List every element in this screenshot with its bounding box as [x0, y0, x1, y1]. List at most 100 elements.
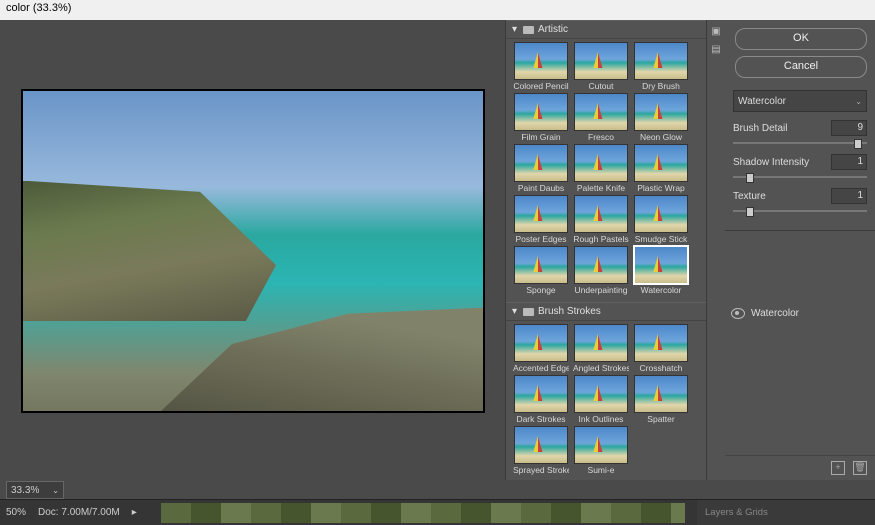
- category-label: Brush Strokes: [538, 306, 601, 317]
- folder-icon: [523, 308, 534, 316]
- ok-button[interactable]: OK: [735, 28, 867, 50]
- thumbnail-label: Dark Strokes: [513, 414, 569, 424]
- filter-thumb-colored-pencil[interactable]: Colored Pencil: [513, 42, 569, 91]
- filter-gallery-panel[interactable]: ▾ Artistic Colored Pencil Cutout Dry Brush Fi…: [505, 20, 707, 480]
- thumbnail-label: Rough Pastels: [573, 234, 629, 244]
- effect-layers: Watercolor + 🗑: [725, 230, 875, 480]
- slider-label: Shadow Intensity: [733, 157, 809, 168]
- collapse-icon[interactable]: ▤: [710, 44, 722, 56]
- filter-thumb-angled-strokes[interactable]: Angled Strokes: [573, 324, 629, 373]
- filter-thumb-sumi-e[interactable]: Sumi-e: [573, 426, 629, 475]
- filter-select-value: Watercolor: [738, 96, 786, 107]
- filter-thumb-sprayed-strokes[interactable]: Sprayed Strokes: [513, 426, 569, 475]
- slider-label: Texture: [733, 191, 766, 202]
- collapse-strip: ▣ ▤: [707, 20, 725, 480]
- thumbnail-label: Sprayed Strokes: [513, 465, 569, 475]
- thumbnail-label: Sumi-e: [573, 465, 629, 475]
- chevron-down-icon: ⌄: [52, 486, 59, 495]
- thumbnail-image: [514, 375, 568, 413]
- thumbnail-image: [514, 246, 568, 284]
- filter-thumb-film-grain[interactable]: Film Grain: [513, 93, 569, 142]
- category-artistic[interactable]: ▾ Artistic: [506, 20, 706, 39]
- thumbnail-label: Smudge Stick: [633, 234, 689, 244]
- filter-select[interactable]: Watercolor ⌄: [733, 90, 867, 112]
- filter-thumb-neon-glow[interactable]: Neon Glow: [633, 93, 689, 142]
- slider-value-input[interactable]: 9: [831, 120, 867, 136]
- new-layer-icon[interactable]: +: [831, 461, 845, 475]
- thumbnail-image: [574, 246, 628, 284]
- slider-knob[interactable]: [746, 173, 754, 183]
- thumbnail-label: Fresco: [573, 132, 629, 142]
- delete-layer-icon[interactable]: 🗑: [853, 461, 867, 475]
- filter-thumb-spatter[interactable]: Spatter: [633, 375, 689, 424]
- thumbnail-image: [574, 144, 628, 182]
- layer-row[interactable]: Watercolor: [725, 301, 875, 325]
- thumbnail-image: [514, 324, 568, 362]
- visibility-icon[interactable]: [731, 308, 745, 319]
- slider-texture: Texture 1: [733, 188, 867, 212]
- thumbnail-image: [574, 426, 628, 464]
- thumbnail-label: Watercolor: [633, 285, 689, 295]
- filter-thumb-cutout[interactable]: Cutout: [573, 42, 629, 91]
- thumbnail-image: [514, 42, 568, 80]
- slider-knob[interactable]: [746, 207, 754, 217]
- filter-thumb-poster-edges[interactable]: Poster Edges: [513, 195, 569, 244]
- filter-thumb-palette-knife[interactable]: Palette Knife: [573, 144, 629, 193]
- chevron-right-icon: ▸: [132, 507, 137, 518]
- thumbnail-image: [574, 195, 628, 233]
- filter-thumb-plastic-wrap[interactable]: Plastic Wrap: [633, 144, 689, 193]
- thumbnail-image: [574, 93, 628, 131]
- thumbnail-strip[interactable]: [161, 503, 685, 523]
- thumbnail-label: Poster Edges: [513, 234, 569, 244]
- slider-shadow-intensity: Shadow Intensity 1: [733, 154, 867, 178]
- layer-footer: + 🗑: [725, 455, 875, 480]
- category-brush-strokes[interactable]: ▾ Brush Strokes: [506, 302, 706, 321]
- slider-knob[interactable]: [854, 139, 862, 149]
- thumbnail-label: Palette Knife: [573, 183, 629, 193]
- thumbnail-image: [634, 324, 688, 362]
- thumbnail-label: Colored Pencil: [513, 81, 569, 91]
- slider-track[interactable]: [733, 176, 867, 178]
- thumbnail-image: [514, 426, 568, 464]
- filter-thumb-fresco[interactable]: Fresco: [573, 93, 629, 142]
- zoom-bar: 33.3% ⌄: [0, 480, 875, 500]
- preview-canvas[interactable]: [22, 90, 484, 412]
- thumbnail-image: [574, 42, 628, 80]
- triangle-down-icon: ▾: [512, 24, 519, 35]
- thumbnail-label: Ink Outlines: [573, 414, 629, 424]
- filter-thumb-smudge-stick[interactable]: Smudge Stick: [633, 195, 689, 244]
- filter-thumb-crosshatch[interactable]: Crosshatch: [633, 324, 689, 373]
- thumbnail-label: Plastic Wrap: [633, 183, 689, 193]
- filter-thumb-sponge[interactable]: Sponge: [513, 246, 569, 295]
- thumbnail-image: [514, 195, 568, 233]
- slider-value-input[interactable]: 1: [831, 188, 867, 204]
- thumbnail-image: [634, 195, 688, 233]
- thumbnail-label: Spatter: [633, 414, 689, 424]
- slider-value-input[interactable]: 1: [831, 154, 867, 170]
- thumbnail-image: [634, 144, 688, 182]
- thumbnail-label: Dry Brush: [633, 81, 689, 91]
- slider-track[interactable]: [733, 142, 867, 144]
- filter-thumb-dry-brush[interactable]: Dry Brush: [633, 42, 689, 91]
- filter-thumb-accented-edges[interactable]: Accented Edges: [513, 324, 569, 373]
- thumbnail-image: [514, 93, 568, 131]
- zoom-dropdown[interactable]: 33.3% ⌄: [6, 481, 64, 499]
- slider-label: Brush Detail: [733, 123, 787, 134]
- thumbnail-label: Angled Strokes: [573, 363, 629, 373]
- thumbnail-image: [634, 246, 688, 284]
- slider-track[interactable]: [733, 210, 867, 212]
- triangle-down-icon: ▾: [512, 306, 519, 317]
- filter-thumb-paint-daubs[interactable]: Paint Daubs: [513, 144, 569, 193]
- filter-thumb-underpainting[interactable]: Underpainting: [573, 246, 629, 295]
- filter-thumb-rough-pastels[interactable]: Rough Pastels: [573, 195, 629, 244]
- category-label: Artistic: [538, 24, 568, 35]
- cancel-button[interactable]: Cancel: [735, 56, 867, 78]
- thumbnail-label: Crosshatch: [633, 363, 689, 373]
- filter-thumb-dark-strokes[interactable]: Dark Strokes: [513, 375, 569, 424]
- layer-label: Watercolor: [751, 308, 799, 319]
- slider-brush-detail: Brush Detail 9: [733, 120, 867, 144]
- expand-icon[interactable]: ▣: [710, 26, 722, 38]
- filter-thumb-ink-outlines[interactable]: Ink Outlines: [573, 375, 629, 424]
- thumbnail-label: Underpainting: [573, 285, 629, 295]
- filter-thumb-watercolor[interactable]: Watercolor: [633, 246, 689, 295]
